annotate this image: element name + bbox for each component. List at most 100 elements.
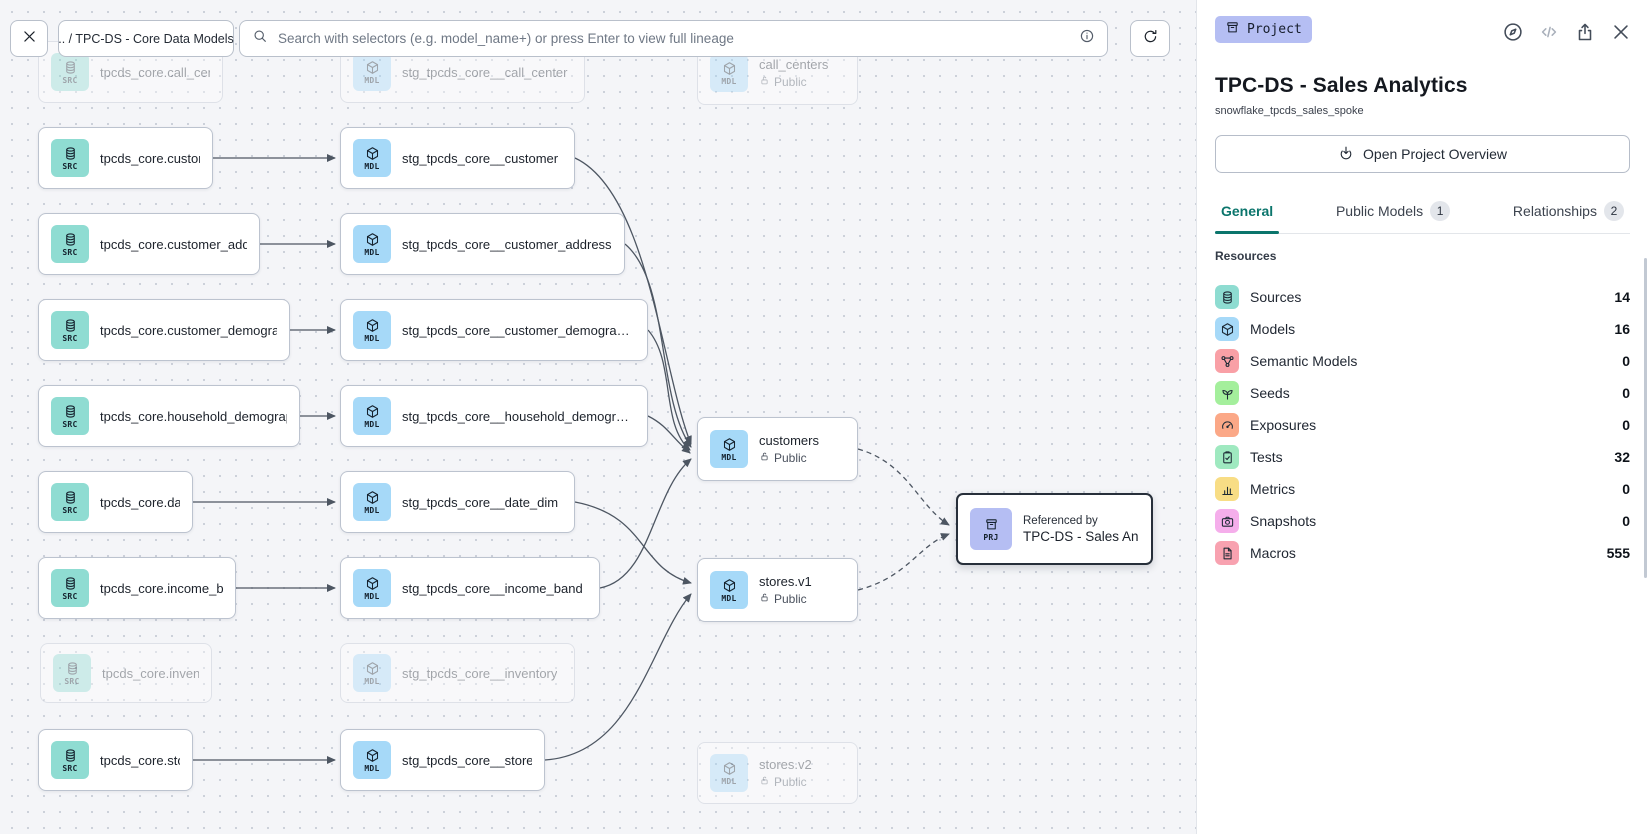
node-label: tpcds_core.household_demographics bbox=[100, 409, 287, 424]
cube-icon: MDL bbox=[710, 54, 748, 92]
resource-row-tests: Tests 32 bbox=[1215, 441, 1630, 473]
node-label: tpcds_core.customer_demographics bbox=[100, 323, 277, 338]
node-label: tpcds_core.customer bbox=[100, 151, 200, 166]
resource-count: 0 bbox=[1622, 353, 1630, 369]
node-src-customer-address[interactable]: SRC tpcds_core.customer_address bbox=[38, 213, 260, 275]
lineage-canvas[interactable]: SRCtpcds_core.call_centerMDLstg_tpcds_co… bbox=[0, 0, 1196, 834]
resource-count: 0 bbox=[1622, 385, 1630, 401]
resource-type-badge: Project bbox=[1215, 16, 1312, 43]
database-icon: SRC bbox=[51, 53, 89, 91]
node-label: stg_tpcds_core__customer bbox=[402, 151, 558, 166]
node-label: call_centers bbox=[759, 57, 828, 72]
node-access: Public bbox=[759, 75, 828, 89]
node-mdl-customer-demographics[interactable]: MDLstg_tpcds_core__customer_demogra… bbox=[340, 299, 648, 361]
tab-relationships[interactable]: Relationships 2 bbox=[1507, 193, 1630, 233]
node-mdl-inventory[interactable]: MDLstg_tpcds_core__inventory bbox=[340, 643, 575, 703]
snapshot-icon bbox=[1215, 509, 1239, 533]
edge-pub_stores_v1-to-prj_sales bbox=[858, 534, 949, 590]
resource-count: 32 bbox=[1614, 449, 1630, 465]
cube-icon: MDL bbox=[353, 139, 391, 177]
node-src-store[interactable]: SRCtpcds_core.store bbox=[38, 729, 193, 791]
tab-count-badge: 2 bbox=[1604, 201, 1624, 221]
node-label: customers bbox=[759, 433, 819, 448]
metrics-icon bbox=[1215, 477, 1239, 501]
node-label: stg_tpcds_core__household_demogr… bbox=[402, 409, 629, 424]
node-src-customer[interactable]: SRCtpcds_core.customer bbox=[38, 127, 213, 189]
database-icon: SRC bbox=[51, 397, 89, 435]
close-panel-icon[interactable] bbox=[1610, 21, 1632, 43]
resource-row-models: Models16 bbox=[1215, 313, 1630, 345]
cube-icon: MDL bbox=[353, 741, 391, 779]
resource-label: Snapshots bbox=[1250, 513, 1611, 529]
resource-label: Sources bbox=[1250, 289, 1603, 305]
node-mdl-customer[interactable]: MDL stg_tpcds_core__customer bbox=[340, 127, 575, 189]
resource-label: Semantic Models bbox=[1250, 353, 1611, 369]
node-mdl-store[interactable]: MDL stg_tpcds_core__store bbox=[340, 729, 545, 791]
node-src-inventory[interactable]: SRCtpcds_core.inventory bbox=[40, 643, 212, 703]
node-src-income-band[interactable]: SRCtpcds_core.income_band bbox=[38, 557, 236, 619]
node-label: tpcds_core.date_dim bbox=[100, 495, 180, 510]
resource-count: 555 bbox=[1607, 545, 1630, 561]
node-mdl-income-band[interactable]: MDLstg_tpcds_core__income_band bbox=[340, 557, 600, 619]
close-lineage-button[interactable] bbox=[10, 20, 48, 57]
database-icon: SRC bbox=[51, 225, 89, 263]
node-label: stg_tpcds_core__call_center bbox=[402, 65, 568, 80]
resource-label: Metrics bbox=[1250, 481, 1611, 497]
node-mdl-household-demographics[interactable]: MDLstg_tpcds_core__household_demogr… bbox=[340, 385, 648, 447]
breadcrumb-label: .. / TPC-DS - Core Data Models bbox=[58, 32, 234, 46]
search-input[interactable] bbox=[276, 30, 1071, 47]
lock-open-icon bbox=[759, 592, 770, 606]
project-details-panel: Project TPC-DS - Sales Analytics snowfla… bbox=[1196, 0, 1648, 834]
node-prj-sales[interactable]: PRJReferenced byTPC-DS - Sales Analytics bbox=[956, 493, 1153, 565]
resources-header: Resources bbox=[1215, 249, 1630, 263]
node-pub-customers[interactable]: MDLcustomersPublic bbox=[697, 417, 858, 481]
tab-public-models[interactable]: Public Models 1 bbox=[1330, 193, 1456, 233]
test-icon bbox=[1215, 445, 1239, 469]
node-src-customer-demographics[interactable]: SRCtpcds_core.customer_demographics bbox=[38, 299, 290, 361]
info-icon[interactable] bbox=[1079, 28, 1095, 49]
node-pub-stores-v1[interactable]: MDLstores.v1Public bbox=[697, 558, 858, 622]
lock-open-icon bbox=[759, 451, 770, 465]
resources-list: Sources14Models16Semantic Models0Seeds0E… bbox=[1215, 281, 1630, 569]
node-label: tpcds_core.inventory bbox=[102, 666, 199, 681]
resource-count: 0 bbox=[1622, 417, 1630, 433]
open-project-overview-label: Open Project Overview bbox=[1363, 146, 1507, 162]
resource-count: 0 bbox=[1622, 513, 1630, 529]
panel-title: TPC-DS - Sales Analytics bbox=[1215, 74, 1630, 98]
node-src-household-demographics[interactable]: SRC tpcds_core.household_demographics bbox=[38, 385, 300, 447]
breadcrumb[interactable]: .. / TPC-DS - Core Data Models bbox=[58, 20, 234, 57]
edge-mdl_customer_demographics-to-pub_customers bbox=[648, 330, 690, 450]
panel-actions bbox=[1502, 21, 1632, 43]
node-access: Public bbox=[759, 775, 812, 789]
node-label: tpcds_core.customer_address bbox=[100, 237, 247, 252]
node-mdl-customer-address[interactable]: MDLstg_tpcds_core__customer_address bbox=[340, 213, 625, 275]
cube-icon bbox=[1215, 317, 1239, 341]
share-icon[interactable] bbox=[1574, 21, 1596, 43]
panel-scrollbar[interactable] bbox=[1644, 258, 1647, 578]
project-icon bbox=[1225, 20, 1240, 39]
tab-count-badge: 1 bbox=[1430, 201, 1450, 221]
semantic-model-icon bbox=[1215, 349, 1239, 373]
resource-count: 16 bbox=[1614, 321, 1630, 337]
resource-label: Tests bbox=[1250, 449, 1603, 465]
project-overview-icon bbox=[1338, 145, 1354, 164]
cube-icon: MDL bbox=[353, 225, 391, 263]
node-label: stg_tpcds_core__store bbox=[402, 753, 532, 768]
resource-label: Exposures bbox=[1250, 417, 1611, 433]
node-mdl-date-dim[interactable]: MDLstg_tpcds_core__date_dim bbox=[340, 471, 575, 533]
node-label: stg_tpcds_core__customer_demogra… bbox=[402, 323, 630, 338]
edge-mdl_income_band-to-pub_customers bbox=[600, 459, 691, 588]
node-label: tpcds_core.store bbox=[100, 753, 180, 768]
open-project-overview-button[interactable]: Open Project Overview bbox=[1215, 135, 1630, 173]
resource-row-sources: Sources14 bbox=[1215, 281, 1630, 313]
resource-count: 0 bbox=[1622, 481, 1630, 497]
lineage-search[interactable] bbox=[239, 20, 1108, 57]
node-pub-stores-v2[interactable]: MDLstores.v2Public bbox=[697, 742, 858, 804]
explore-lineage-icon[interactable] bbox=[1502, 21, 1524, 43]
node-src-date-dim[interactable]: SRCtpcds_core.date_dim bbox=[38, 471, 193, 533]
resource-row-exposures: Exposures 0 bbox=[1215, 409, 1630, 441]
tab-general[interactable]: General bbox=[1215, 193, 1279, 233]
refresh-lineage-button[interactable] bbox=[1130, 20, 1170, 57]
cube-icon: MDL bbox=[353, 654, 391, 692]
search-icon bbox=[252, 28, 268, 49]
